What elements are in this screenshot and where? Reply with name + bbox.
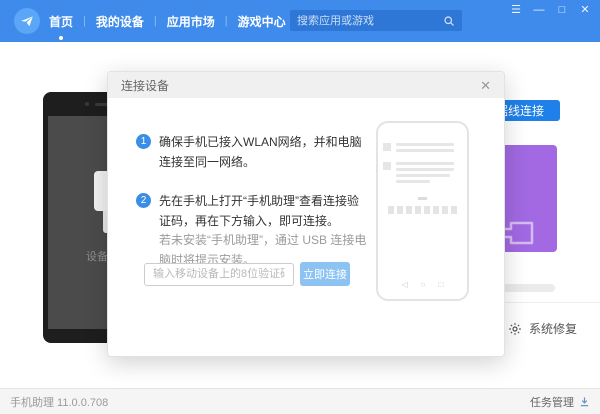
phone-illustration: ◁ ○ □ [376,121,469,301]
task-manager-button[interactable]: 任务管理 [530,394,590,410]
app-logo [14,8,40,34]
task-manager-label: 任务管理 [530,394,574,410]
code-boxes-illustration [383,206,462,214]
recent-icon: □ [439,280,444,289]
system-repair-button[interactable]: 系统修复 [508,320,577,337]
step-2: 2 先在手机上打开“手机助理”查看连接验证码，再在下方输入，即可连接。 [136,191,368,232]
nav-app-market[interactable]: 应用市场 [161,13,221,30]
step-2-text: 先在手机上打开“手机助理”查看连接验证码，再在下方输入，即可连接。 [159,191,368,232]
active-indicator-dot [59,36,63,40]
step-2-badge: 2 [136,193,151,208]
home-icon: ○ [421,280,426,289]
nav-my-devices[interactable]: 我的设备 [90,13,150,30]
step-1: 1 确保手机已接入WLAN网络，并和电脑连接至同一网络。 [136,132,368,173]
dialog-header: 连接设备 ✕ [108,72,504,98]
nav-game-center[interactable]: 游戏中心 [232,13,292,30]
verification-row: 立即连接 [144,262,350,286]
placeholder-dash [418,197,427,200]
step-1-badge: 1 [136,134,151,149]
top-navigation-bar: 首页 | 我的设备 | 应用市场 | 游戏中心 | 更多服务 | ☰ — □ ✕ [0,0,600,42]
menu-icon[interactable]: ☰ [509,3,523,17]
connect-device-dialog: 连接设备 ✕ 1 确保手机已接入WLAN网络，并和电脑连接至同一网络。 2 先在… [107,71,505,357]
nav-home[interactable]: 首页 [43,13,79,30]
nav-separator: | [221,15,232,27]
close-icon[interactable]: ✕ [578,3,592,17]
maximize-icon[interactable]: □ [555,3,569,17]
download-icon [579,396,590,407]
phone-camera-dot [85,102,89,106]
search-icon [443,15,455,27]
placeholder-list-item [383,162,462,183]
step-1-text: 确保手机已接入WLAN网络，并和电脑连接至同一网络。 [159,132,368,173]
phone-nav-bar: ◁ ○ □ [383,280,462,289]
phone-illustration-screen: ◁ ○ □ [383,131,462,291]
nav-separator: | [79,15,90,27]
system-repair-label: 系统修复 [529,320,577,337]
gear-icon [508,322,522,336]
dialog-close-icon[interactable]: ✕ [480,79,491,92]
camcorder-icon [500,220,534,246]
window-controls: ☰ — □ ✕ [509,3,592,17]
minimize-icon[interactable]: — [532,3,546,17]
app-version-text: 手机助理 11.0.0.708 [10,394,108,410]
placeholder-list-item [383,143,462,152]
search-input[interactable] [297,15,443,27]
verification-code-input[interactable] [144,263,294,286]
connect-now-button[interactable]: 立即连接 [300,262,350,286]
search-box[interactable] [290,10,462,31]
paper-plane-icon [20,14,34,28]
nav-separator: | [150,15,161,27]
dialog-title: 连接设备 [121,77,169,94]
back-icon: ◁ [402,280,408,289]
status-bar: 手机助理 11.0.0.708 任务管理 [0,388,600,414]
